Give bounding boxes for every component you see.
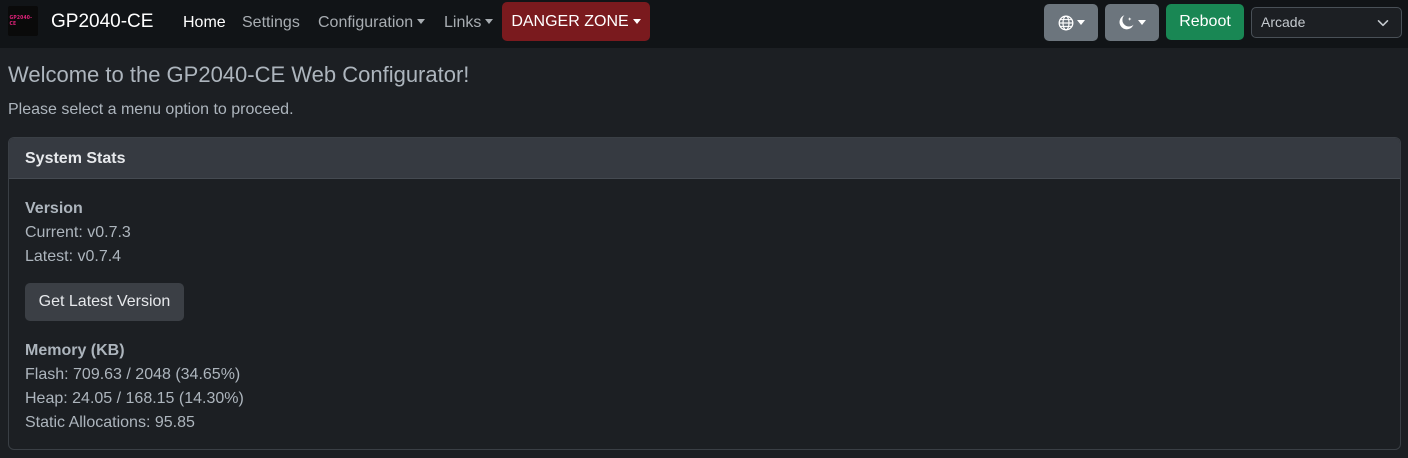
flash-usage: Flash: 709.63 / 2048 (34.65%) [25,366,241,383]
system-stats-card: System Stats Version Current: v0.7.3 Lat… [8,137,1401,450]
nav-links-label: Links [444,14,482,31]
caret-down-icon [1076,20,1085,25]
memory-heading: Memory (KB) [25,342,125,359]
nav-home[interactable]: Home [183,13,226,32]
nav-configuration-label: Configuration [318,14,414,31]
danger-zone-dropdown[interactable]: DANGER ZONE [502,2,650,41]
caret-down-icon [1138,20,1146,25]
theme-dropdown-button[interactable] [1105,4,1159,41]
page-subtitle: Please select a menu option to proceed. [8,101,294,118]
logo[interactable]: GP2040-CE [8,6,38,36]
get-latest-version-button[interactable]: Get Latest Version [25,283,184,321]
globe-icon [1058,15,1073,30]
nav-home-label: Home [183,14,226,31]
profile-select-value: Arcade [1261,14,1306,30]
current-version: Current: v0.7.3 [25,224,131,241]
static-allocations: Static Allocations: 95.85 [25,414,195,431]
version-heading: Version [25,200,83,217]
nav-settings-label: Settings [242,14,300,31]
nav-links-dropdown[interactable]: Links [444,13,494,32]
caret-down-icon [417,19,426,24]
caret-down-icon [632,19,641,24]
moon-stars-icon [1119,15,1134,30]
nav-configuration-dropdown[interactable]: Configuration [318,13,426,32]
nav-settings[interactable]: Settings [242,13,300,32]
danger-zone-label: DANGER ZONE [511,12,629,30]
logo-text: GP2040-CE [9,15,33,27]
heap-usage: Heap: 24.05 / 168.15 (14.30%) [25,390,244,407]
latest-version: Latest: v0.7.4 [25,248,122,265]
language-dropdown-button[interactable] [1044,4,1098,41]
profile-select[interactable]: Arcade [1251,7,1402,38]
page-title: Welcome to the GP2040-CE Web Configurato… [8,62,470,87]
chevron-down-icon [1377,19,1389,27]
card-header: System Stats [9,138,1400,179]
brand-name[interactable]: GP2040-CE [51,11,153,33]
caret-down-icon [485,19,494,24]
reboot-button[interactable]: Reboot [1166,4,1244,40]
navbar: GP2040-CE GP2040-CE Home Settings Config… [0,0,1408,48]
